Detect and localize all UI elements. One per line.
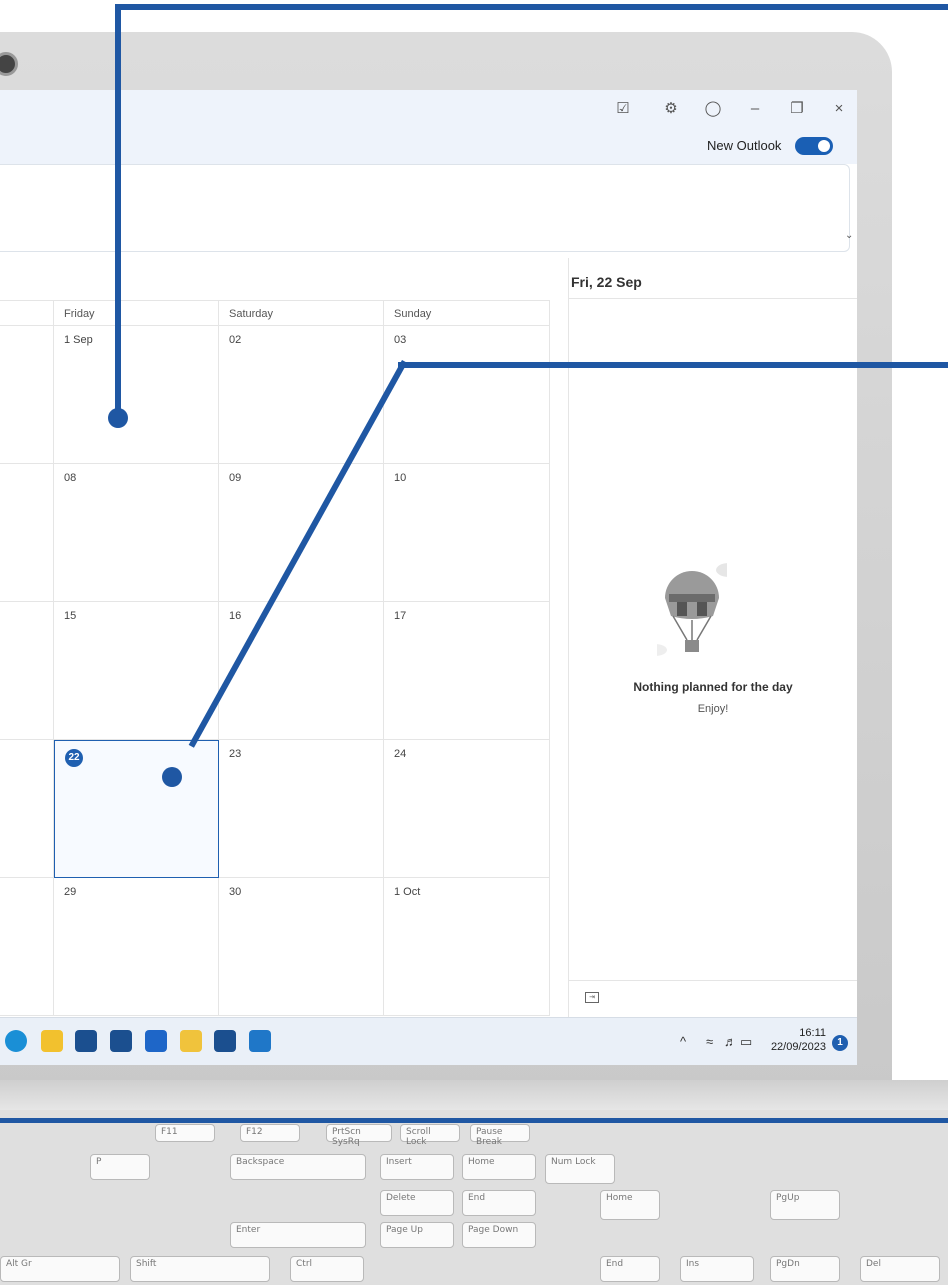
empty-state-title: Nothing planned for the day bbox=[633, 680, 793, 694]
clock-date[interactable]: 22/09/2023 bbox=[754, 1041, 826, 1053]
new-outlook-row: New Outlook bbox=[0, 130, 857, 164]
calendar-cell-today[interactable]: 22 bbox=[54, 740, 219, 878]
laptop-hinge bbox=[0, 1080, 948, 1110]
calendar-cell[interactable] bbox=[0, 464, 54, 602]
key: Del bbox=[860, 1256, 940, 1282]
key: Delete bbox=[380, 1190, 454, 1216]
divider bbox=[569, 298, 857, 299]
key: PgDn bbox=[770, 1256, 840, 1282]
calendar-cell[interactable]: 09 bbox=[219, 464, 384, 602]
callout-line bbox=[0, 1118, 948, 1123]
key: PrtScn SysRq bbox=[326, 1124, 392, 1147]
wifi-icon[interactable]: ≈ bbox=[706, 1034, 713, 1049]
key: PgUp bbox=[770, 1190, 840, 1220]
outlook-icon[interactable] bbox=[249, 1030, 271, 1052]
collapse-panel-icon[interactable]: ⇥ bbox=[585, 992, 599, 1003]
chevron-up-icon[interactable]: ^ bbox=[680, 1034, 686, 1049]
callout-dot bbox=[162, 767, 182, 787]
dropbox-icon[interactable] bbox=[110, 1030, 132, 1052]
chevron-down-icon[interactable]: ⌄ bbox=[845, 230, 853, 241]
key: End bbox=[462, 1190, 536, 1216]
key: Home bbox=[600, 1190, 660, 1220]
key: End bbox=[600, 1256, 660, 1282]
key: F12 bbox=[240, 1124, 300, 1142]
mail-icon[interactable] bbox=[75, 1030, 97, 1052]
gear-icon[interactable]: ⚙ bbox=[662, 100, 680, 118]
key: F11 bbox=[155, 1124, 215, 1142]
calendar-cell[interactable]: 29 bbox=[54, 878, 219, 1016]
calendar-cell[interactable]: 15 bbox=[54, 602, 219, 740]
key: Num Lock bbox=[545, 1154, 615, 1184]
callout-dot bbox=[108, 408, 128, 428]
month-calendar: Friday Saturday Sunday 1 Sep 02 03 08 09… bbox=[0, 300, 550, 1020]
today-badge: 22 bbox=[65, 749, 83, 767]
key: Ins bbox=[680, 1256, 754, 1282]
store-icon[interactable] bbox=[214, 1030, 236, 1052]
calendar-cell[interactable] bbox=[0, 602, 54, 740]
taskbar: ^ ≈ ♬ ▭ 16:11 22/09/2023 1 bbox=[0, 1017, 857, 1065]
checklist-icon[interactable]: ☑ bbox=[614, 100, 632, 118]
key: Insert bbox=[380, 1154, 454, 1180]
callout-line bbox=[398, 362, 948, 368]
file-explorer-icon[interactable] bbox=[41, 1030, 63, 1052]
key: P bbox=[90, 1154, 150, 1180]
calendar-cell[interactable]: 1 Sep bbox=[54, 326, 219, 464]
calendar-cell[interactable]: 17 bbox=[384, 602, 550, 740]
day-side-panel: Fri, 22 Sep Nothing planned for the day … bbox=[568, 258, 857, 1065]
key: Home bbox=[462, 1154, 536, 1180]
new-outlook-label: New Outlook bbox=[707, 138, 782, 153]
key: Page Up bbox=[380, 1222, 454, 1248]
day-header-saturday: Saturday bbox=[219, 300, 384, 326]
day-header-hidden bbox=[0, 300, 54, 326]
calendar-cell[interactable]: 10 bbox=[384, 464, 550, 602]
divider bbox=[569, 980, 857, 981]
keyboard: PrtScn SysRq F12 F11 Scroll Lock Pause B… bbox=[0, 1110, 948, 1285]
callout-line bbox=[115, 4, 948, 10]
clock-time[interactable]: 16:11 bbox=[786, 1027, 826, 1039]
callout-line bbox=[115, 4, 121, 418]
calendar-cell[interactable]: 24 bbox=[384, 740, 550, 878]
calendar-cell[interactable] bbox=[0, 326, 54, 464]
key: Page Down bbox=[462, 1222, 536, 1248]
calendar-cell[interactable]: 03 bbox=[384, 326, 550, 464]
calendar-cell[interactable]: 23 bbox=[219, 740, 384, 878]
calendar-cell[interactable]: 30 bbox=[219, 878, 384, 1016]
lightbulb-icon[interactable]: ◯ bbox=[704, 100, 722, 118]
volume-icon[interactable]: ♬ bbox=[724, 1034, 737, 1049]
key: Enter bbox=[230, 1222, 366, 1248]
key: Ctrl bbox=[290, 1256, 364, 1282]
day-header-friday: Friday bbox=[54, 300, 219, 326]
calendar-cell[interactable] bbox=[0, 878, 54, 1016]
title-bar: ☑ ⚙ ◯ – ❐ × bbox=[0, 90, 857, 130]
calendar-cell[interactable]: 1 Oct bbox=[384, 878, 550, 1016]
minimize-icon[interactable]: – bbox=[746, 100, 764, 118]
key: Pause Break bbox=[470, 1124, 530, 1147]
side-panel-date: Fri, 22 Sep bbox=[571, 274, 642, 290]
laptop-screen: ☑ ⚙ ◯ – ❐ × New Outlook ⌄ Friday Saturda… bbox=[0, 90, 857, 1065]
ribbon bbox=[0, 164, 850, 252]
key: Alt Gr bbox=[0, 1256, 120, 1282]
paint-icon[interactable] bbox=[180, 1030, 202, 1052]
notification-badge[interactable]: 1 bbox=[832, 1035, 848, 1051]
close-icon[interactable]: × bbox=[830, 100, 848, 118]
restore-icon[interactable]: ❐ bbox=[788, 100, 806, 118]
empty-state-subtitle: Enjoy! bbox=[697, 703, 729, 715]
edge-icon[interactable] bbox=[5, 1030, 27, 1052]
s-app-icon[interactable] bbox=[145, 1030, 167, 1052]
key: Scroll Lock bbox=[400, 1124, 460, 1147]
day-header-sunday: Sunday bbox=[384, 300, 550, 326]
battery-icon[interactable]: ▭ bbox=[740, 1034, 752, 1050]
calendar-cell[interactable]: 08 bbox=[54, 464, 219, 602]
key: Backspace bbox=[230, 1154, 366, 1180]
calendar-cell[interactable]: 16 bbox=[219, 602, 384, 740]
new-outlook-toggle[interactable] bbox=[795, 137, 833, 155]
hot-air-balloon-icon bbox=[657, 563, 727, 656]
key: Shift bbox=[130, 1256, 270, 1282]
calendar-cell[interactable] bbox=[0, 740, 54, 878]
